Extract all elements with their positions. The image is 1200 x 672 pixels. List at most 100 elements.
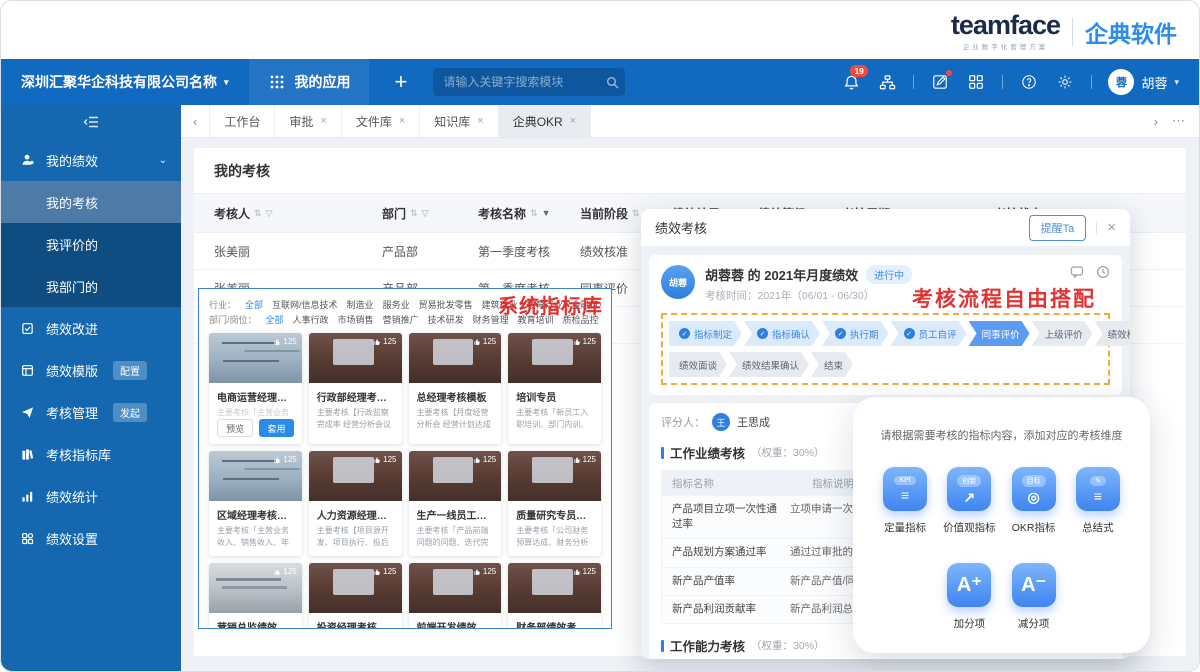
sidebar-item-performance-improve[interactable]: 绩效改进 [1,307,181,349]
sidebar-item-review-management[interactable]: 考核管理 发起 [1,391,181,433]
process-step[interactable]: 绩效面谈 [669,352,727,377]
template-card[interactable]: 125 财务部绩效考核模版 主要考核「公司财务预算达成、财务分析准确度、现金收支… [508,563,601,629]
sidebar-item-performance-templates[interactable]: 绩效模版 配置 [1,349,181,391]
sidebar-subitem-my-reviews[interactable]: 我的考核 [1,181,181,223]
sidebar-subitem-my-department[interactable]: 我部门的 [1,265,181,307]
tab-close-icon[interactable]: × [477,115,483,127]
filter-funnel-icon[interactable]: ▽ [266,208,273,219]
likes-badge[interactable]: 125 [273,567,296,576]
likes-badge[interactable]: 125 [573,337,596,346]
apply-button[interactable]: 套用 [259,419,293,437]
process-step[interactable]: 结束 [811,352,853,377]
likes-badge[interactable]: 125 [473,455,496,464]
column-header[interactable]: 考核名称 ⇅ ▼ [478,205,580,222]
template-card[interactable]: 125 投资经理考核模版 主要考核【项目源开发、项目执行、投后及退出管理】等维度… [309,563,402,629]
workbench-grid-button[interactable] [966,72,986,92]
history-clock-icon[interactable] [1096,265,1110,303]
template-card[interactable]: 125 人力资源经理考核模板 主要考核【项目源开发、项目执行、投后及退出管理】等… [309,451,402,556]
sort-icon[interactable]: ⇅ [254,208,262,219]
template-card[interactable]: 125 营销总监绩效考核模板 主要考核「主营业务收入、销售收入、年度企业发展战略… [209,563,302,629]
tab-close-icon[interactable]: × [399,115,405,127]
filter-option[interactable]: 全部 [245,298,263,311]
dimension-item[interactable]: ✎ ≡ 总结式 [1066,467,1130,535]
sidebar-collapse-button[interactable] [1,105,181,139]
template-card[interactable]: 125 区域经理考核模版 主要考核「主营业务收入、销售收入、年度企业发展战略目标… [209,451,302,556]
module-search[interactable] [433,68,625,96]
sidebar-item-performance-settings[interactable]: 绩效设置 [1,517,181,559]
dimension-item[interactable]: A⁻ 减分项 [1002,563,1066,631]
filter-option[interactable]: 人事行政 [293,313,329,326]
workspace-tab[interactable]: 企典OKR × [499,105,591,137]
filter-option[interactable]: 贸易批发零售 [419,298,473,311]
notifications-button[interactable]: 19 [841,72,861,92]
sort-icon[interactable]: ⇅ [410,208,418,219]
likes-badge[interactable]: 125 [373,567,396,576]
template-card[interactable]: 125 质量研究专员考核模板 主要考核「公司财务预算达成、财务分析准确度、现金收… [508,451,601,556]
tab-scroll-right[interactable]: › [1154,114,1158,129]
likes-badge[interactable]: 125 [573,455,596,464]
sort-icon[interactable]: ⇅ [632,208,640,219]
process-step[interactable]: 员工自评 [891,321,967,346]
tab-close-icon[interactable]: × [570,115,576,127]
process-step[interactable]: 同事评价 [969,321,1030,346]
workspace-tab[interactable]: 文件库 × [342,105,420,137]
filter-funnel-icon[interactable]: ▼ [542,208,551,218]
tab-more-menu[interactable]: ⋯ [1172,113,1185,129]
process-step[interactable]: 上级评价 [1032,321,1093,346]
user-menu[interactable]: 蓉 胡蓉 ▾ [1108,69,1179,95]
likes-badge[interactable]: 125 [473,567,496,576]
workspace-tab[interactable]: 审批 × [275,105,341,137]
dimension-item[interactable]: KPI ≡ 定量指标 [873,467,937,535]
template-card[interactable]: 125 总经理考核模板 主要考核【月度经营分析会 经营计划达成率 人效达成率 组… [409,333,502,444]
process-step[interactable]: 执行期 [822,321,889,346]
sidebar-item-performance-stats[interactable]: 绩效统计 [1,475,181,517]
process-step[interactable]: 绩效校准 [1095,321,1130,346]
process-step[interactable]: 绩效结果确认 [729,352,809,377]
column-header[interactable]: 考核人 ⇅ ▽ [214,205,382,222]
dimension-item[interactable]: 创新 ↗ 价值观指标 [937,467,1001,535]
org-chart-button[interactable] [877,72,897,92]
likes-badge[interactable]: 125 [573,567,596,576]
sidebar-subitem-i-evaluate[interactable]: 我评价的 [1,223,181,265]
filter-option[interactable]: 全部 [266,313,284,326]
help-button[interactable] [1019,72,1039,92]
filter-option[interactable]: 市场销售 [338,313,374,326]
sort-icon[interactable]: ⇅ [530,208,538,219]
workspace-tab[interactable]: 工作台 × [210,105,275,137]
template-card[interactable]: 125 前端开发绩效考核模版 主要考核「产品前端问题的问题、迭代完善、前端架构、… [409,563,502,629]
company-switcher[interactable]: 深圳汇聚华企科技有限公司名称 ▾ [1,59,249,105]
likes-badge[interactable]: 125 [473,337,496,346]
preview-button[interactable]: 预览 [217,419,253,437]
template-card[interactable]: 125 行政部经理考核模板 主要考核【行政监察完成率 经营分析会议组织 岗位职责… [309,333,402,444]
filter-funnel-icon[interactable]: ▽ [422,208,429,219]
dimension-item[interactable]: 目标 ◎ OKR指标 [1002,467,1066,535]
filter-option[interactable]: 服务业 [383,298,410,311]
search-input[interactable] [443,75,598,89]
add-app-button[interactable]: + [395,69,408,95]
likes-badge[interactable]: 125 [373,455,396,464]
tab-close-icon[interactable]: × [320,115,326,127]
remind-ta-button[interactable]: 提醒Ta [1029,215,1087,241]
my-apps-button[interactable]: 我的应用 [249,59,369,105]
tab-scroll-left[interactable]: ‹ [181,105,210,137]
template-card[interactable]: 125 电商运营经理考核模版 主要考核「主营业务收入、销售收 预览 套用 [209,333,302,444]
process-step[interactable]: 指标制定 [669,321,742,346]
settings-gear-icon[interactable] [1055,72,1075,92]
close-icon[interactable]: × [1107,219,1116,236]
likes-badge[interactable]: 125 [273,455,296,464]
template-card[interactable]: 125 生产一线员工考核模板 主要考核「产品前端问题的问题、迭代完善、前端架构、… [409,451,502,556]
filter-option[interactable]: 技术研发 [428,313,464,326]
likes-badge[interactable]: 125 [273,337,296,346]
dimension-item[interactable]: A⁺ 加分项 [937,563,1001,631]
likes-badge[interactable]: 125 [373,337,396,346]
workspace-tab[interactable]: 知识库 × [420,105,498,137]
column-header[interactable]: 部门 ⇅ ▽ [382,205,478,222]
template-card[interactable]: 125 培训专员 主要考核「新员工入职培训、部门内训、培训课件开发」等维度 预览… [508,333,601,444]
filter-option[interactable]: 互联网/信息技术 [272,298,338,311]
filter-option[interactable]: 制造业 [347,298,374,311]
process-step[interactable]: 指标确认 [744,321,820,346]
compose-button[interactable] [930,72,950,92]
filter-option[interactable]: 营销推广 [383,313,419,326]
sidebar-item-my-performance[interactable]: 我的绩效 ⌄ [1,139,181,181]
sidebar-item-indicator-library[interactable]: 考核指标库 [1,433,181,475]
